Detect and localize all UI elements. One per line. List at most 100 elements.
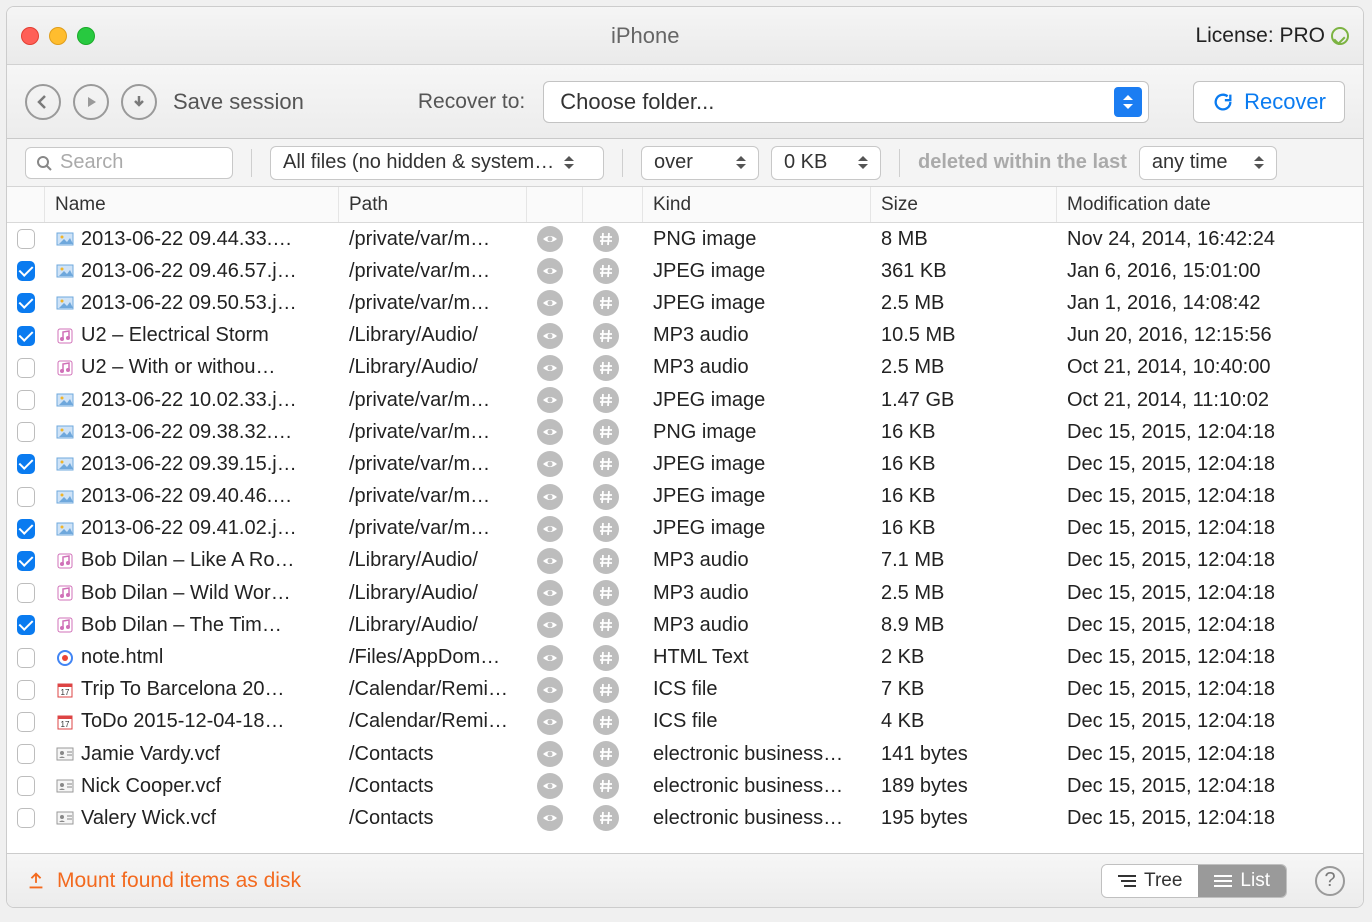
hash-button[interactable] — [593, 355, 619, 381]
hash-button[interactable] — [593, 258, 619, 284]
hash-button[interactable] — [593, 323, 619, 349]
hash-button[interactable] — [593, 612, 619, 638]
close-window-button[interactable] — [21, 27, 39, 45]
preview-button[interactable] — [537, 387, 563, 413]
table-row[interactable]: 2013-06-22 09.38.32.…/private/var/m…PNG … — [7, 416, 1363, 448]
help-button[interactable]: ? — [1315, 866, 1345, 896]
hash-button[interactable] — [593, 709, 619, 735]
table-row[interactable]: Bob Dilan – Wild Wor…/Library/Audio/MP3 … — [7, 577, 1363, 609]
save-session-label[interactable]: Save session — [173, 89, 304, 115]
row-checkbox[interactable] — [17, 615, 35, 635]
hash-button[interactable] — [593, 387, 619, 413]
row-checkbox[interactable] — [17, 326, 35, 346]
hash-button[interactable] — [593, 548, 619, 574]
preview-button[interactable] — [537, 323, 563, 349]
back-button[interactable] — [25, 84, 61, 120]
preview-button[interactable] — [537, 805, 563, 831]
preview-button[interactable] — [537, 773, 563, 799]
table-row[interactable]: 2013-06-22 09.39.15.j…/private/var/m…JPE… — [7, 448, 1363, 480]
hash-button[interactable] — [593, 451, 619, 477]
table-row[interactable]: Bob Dilan – The Tim…/Library/Audio/MP3 a… — [7, 609, 1363, 641]
table-row[interactable]: Valery Wick.vcf/Contactselectronic busin… — [7, 802, 1363, 834]
row-checkbox[interactable] — [17, 680, 35, 700]
recover-button[interactable]: Recover — [1193, 81, 1345, 123]
preview-button[interactable] — [537, 419, 563, 445]
row-checkbox[interactable] — [17, 390, 35, 410]
play-button[interactable] — [73, 84, 109, 120]
row-checkbox[interactable] — [17, 293, 35, 313]
table-row[interactable]: 2013-06-22 09.41.02.j…/private/var/m…JPE… — [7, 513, 1363, 545]
preview-button[interactable] — [537, 226, 563, 252]
row-checkbox[interactable] — [17, 583, 35, 603]
hash-button[interactable] — [593, 516, 619, 542]
preview-button[interactable] — [537, 645, 563, 671]
preview-button[interactable] — [537, 677, 563, 703]
preview-button[interactable] — [537, 355, 563, 381]
hash-button[interactable] — [593, 805, 619, 831]
table-row[interactable]: 2013-06-22 09.40.46.…/private/var/m…JPEG… — [7, 481, 1363, 513]
table-row[interactable]: 2013-06-22 10.02.33.j…/private/var/m…JPE… — [7, 384, 1363, 416]
mount-disk-button[interactable]: Mount found items as disk — [25, 869, 301, 893]
preview-button[interactable] — [537, 741, 563, 767]
table-row[interactable]: note.html/Files/AppDom…HTML Text2 KBDec … — [7, 641, 1363, 673]
time-filter-select[interactable]: any time — [1139, 146, 1277, 180]
filetype-filter[interactable]: All files (no hidden & system… — [270, 146, 604, 180]
table-row[interactable]: 17Trip To Barcelona 20…/Calendar/Remi…IC… — [7, 674, 1363, 706]
preview-button[interactable] — [537, 548, 563, 574]
search-input[interactable]: Search — [25, 147, 233, 179]
header-name[interactable]: Name — [45, 187, 339, 222]
table-row[interactable]: U2 – With or withou…/Library/Audio/MP3 a… — [7, 352, 1363, 384]
recover-folder-select[interactable]: Choose folder... — [543, 81, 1149, 123]
table-row[interactable]: 2013-06-22 09.46.57.j…/private/var/m…JPE… — [7, 255, 1363, 287]
table-row[interactable]: Jamie Vardy.vcf/Contactselectronic busin… — [7, 738, 1363, 770]
preview-button[interactable] — [537, 709, 563, 735]
row-checkbox[interactable] — [17, 744, 35, 764]
row-checkbox[interactable] — [17, 261, 35, 281]
hash-button[interactable] — [593, 580, 619, 606]
row-checkbox[interactable] — [17, 551, 35, 571]
hash-button[interactable] — [593, 677, 619, 703]
tree-view-button[interactable]: Tree — [1102, 865, 1198, 897]
row-checkbox[interactable] — [17, 358, 35, 378]
table-row[interactable]: 2013-06-22 09.44.33.…/private/var/m…PNG … — [7, 223, 1363, 255]
table-row[interactable]: 2013-06-22 09.50.53.j…/private/var/m…JPE… — [7, 287, 1363, 319]
header-checkbox[interactable] — [7, 187, 45, 222]
row-checkbox[interactable] — [17, 422, 35, 442]
hash-button[interactable] — [593, 773, 619, 799]
hash-button[interactable] — [593, 741, 619, 767]
header-size[interactable]: Size — [871, 187, 1057, 222]
preview-button[interactable] — [537, 516, 563, 542]
preview-button[interactable] — [537, 580, 563, 606]
preview-button[interactable] — [537, 612, 563, 638]
zoom-window-button[interactable] — [77, 27, 95, 45]
size-value-select[interactable]: 0 KB — [771, 146, 881, 180]
row-checkbox[interactable] — [17, 487, 35, 507]
header-date[interactable]: Modification date — [1057, 187, 1363, 222]
row-checkbox[interactable] — [17, 454, 35, 474]
row-checkbox[interactable] — [17, 808, 35, 828]
row-checkbox[interactable] — [17, 776, 35, 796]
table-row[interactable]: U2 – Electrical Storm/Library/Audio/MP3 … — [7, 320, 1363, 352]
size-operator-select[interactable]: over — [641, 146, 759, 180]
preview-button[interactable] — [537, 290, 563, 316]
table-row[interactable]: Bob Dilan – Like A Ro…/Library/Audio/MP3… — [7, 545, 1363, 577]
row-checkbox[interactable] — [17, 712, 35, 732]
preview-button[interactable] — [537, 484, 563, 510]
license-badge[interactable]: License: PRO — [1195, 24, 1349, 48]
preview-button[interactable] — [537, 258, 563, 284]
row-checkbox[interactable] — [17, 519, 35, 539]
hash-button[interactable] — [593, 645, 619, 671]
header-kind[interactable]: Kind — [643, 187, 871, 222]
header-path[interactable]: Path — [339, 187, 527, 222]
table-row[interactable]: Nick Cooper.vcf/Contactselectronic busin… — [7, 770, 1363, 802]
hash-button[interactable] — [593, 226, 619, 252]
hash-button[interactable] — [593, 290, 619, 316]
table-row[interactable]: 17ToDo 2015-12-04-18…/Calendar/Remi…ICS … — [7, 706, 1363, 738]
row-checkbox[interactable] — [17, 229, 35, 249]
list-view-button[interactable]: List — [1198, 865, 1286, 897]
download-session-button[interactable] — [121, 84, 157, 120]
hash-button[interactable] — [593, 419, 619, 445]
preview-button[interactable] — [537, 451, 563, 477]
minimize-window-button[interactable] — [49, 27, 67, 45]
row-checkbox[interactable] — [17, 648, 35, 668]
